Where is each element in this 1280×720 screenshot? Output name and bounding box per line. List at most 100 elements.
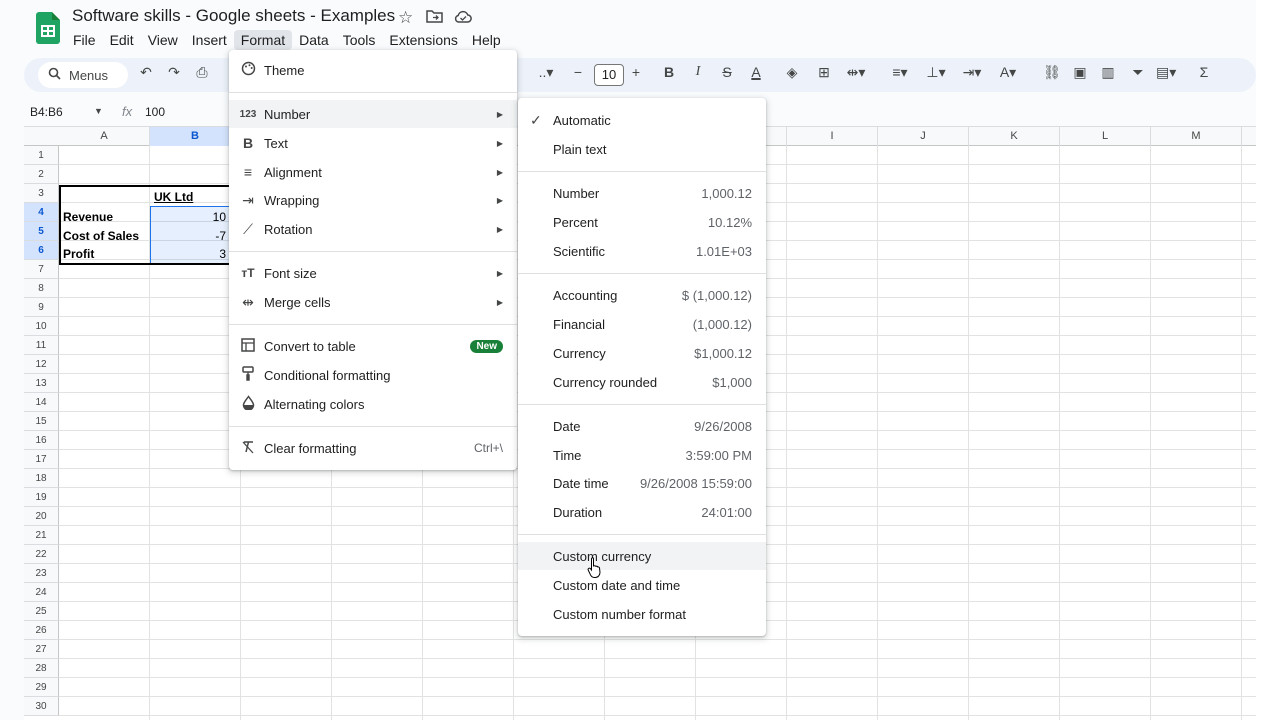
number-format-currency-rounded[interactable]: Currency rounded $1,000 xyxy=(518,368,766,396)
filter-icon[interactable]: ⏷ xyxy=(1128,64,1148,81)
number-format-currency[interactable]: Currency $1,000.12 xyxy=(518,339,766,367)
row-header-10[interactable]: 10 xyxy=(24,317,59,336)
row-header-8[interactable]: 8 xyxy=(24,279,59,298)
number-format-custom-number[interactable]: Custom number format xyxy=(518,600,766,628)
merge-cells-icon[interactable]: ⇹▾ xyxy=(846,64,866,81)
menu-extensions[interactable]: Extensions xyxy=(382,30,464,50)
redo-icon[interactable]: ↷ xyxy=(164,64,184,81)
row-header-16[interactable]: 16 xyxy=(24,431,59,450)
text-wrapping-icon[interactable]: ⇥▾ xyxy=(962,64,982,81)
menu-insert[interactable]: Insert xyxy=(185,30,234,50)
number-format-plain-text[interactable]: Plain text xyxy=(518,135,766,163)
cell-a4[interactable]: Revenue xyxy=(59,208,150,226)
column-header-m[interactable]: M xyxy=(1151,127,1242,146)
row-header-23[interactable]: 23 xyxy=(24,564,59,583)
number-format-custom-date-time[interactable]: Custom date and time xyxy=(518,571,766,599)
row-header-20[interactable]: 20 xyxy=(24,507,59,526)
number-format-time[interactable]: Time 3:59:00 PM xyxy=(518,441,766,469)
row-header-7[interactable]: 7 xyxy=(24,260,59,279)
row-header-9[interactable]: 9 xyxy=(24,298,59,317)
row-header-18[interactable]: 18 xyxy=(24,469,59,488)
insert-comment-icon[interactable]: ▣ xyxy=(1070,64,1090,81)
row-header-24[interactable]: 24 xyxy=(24,583,59,602)
row-header-17[interactable]: 17 xyxy=(24,450,59,469)
row-header-11[interactable]: 11 xyxy=(24,336,59,355)
format-menu-font-size[interactable]: тT Font size ▶ xyxy=(229,259,517,287)
number-format-financial[interactable]: Financial (1,000.12) xyxy=(518,310,766,338)
format-menu-conditional-formatting[interactable]: Conditional formatting xyxy=(229,361,517,389)
format-menu-text[interactable]: B Text ▶ xyxy=(229,129,517,157)
row-header-26[interactable]: 26 xyxy=(24,621,59,640)
menu-format[interactable]: Format xyxy=(233,30,293,50)
cell-b5[interactable]: -7 xyxy=(150,227,230,245)
row-header-21[interactable]: 21 xyxy=(24,526,59,545)
number-format-duration[interactable]: Duration 24:01:00 xyxy=(518,498,766,526)
format-menu-merge-cells[interactable]: ⇹ Merge cells ▶ xyxy=(229,288,517,316)
format-menu-rotation[interactable]: ⟋ Rotation ▶ xyxy=(229,215,517,243)
column-header-k[interactable]: K xyxy=(969,127,1060,146)
row-header-3[interactable]: 3 xyxy=(24,184,59,203)
cell-b6[interactable]: 3 xyxy=(150,245,230,263)
number-format-date[interactable]: Date 9/26/2008 xyxy=(518,412,766,440)
row-header-2[interactable]: 2 xyxy=(24,165,59,184)
number-format-scientific[interactable]: Scientific 1.01E+03 xyxy=(518,237,766,265)
text-rotation-icon[interactable]: A▾ xyxy=(998,64,1018,81)
row-header-15[interactable]: 15 xyxy=(24,412,59,431)
fill-color-icon[interactable]: ◈ xyxy=(782,64,802,81)
undo-icon[interactable]: ↶ xyxy=(136,64,156,81)
text-color-icon[interactable]: A xyxy=(746,64,766,80)
vertical-align-icon[interactable]: ⊥▾ xyxy=(926,64,946,81)
row-header-14[interactable]: 14 xyxy=(24,393,59,412)
insert-link-icon[interactable]: ⛓ xyxy=(1042,64,1062,81)
format-menu-alignment[interactable]: ≡ Alignment ▶ xyxy=(229,158,517,186)
format-menu-alternating-colors[interactable]: Alternating colors xyxy=(229,390,517,418)
column-header-a[interactable]: A xyxy=(59,127,150,146)
menu-edit[interactable]: Edit xyxy=(103,30,141,50)
column-header-b[interactable]: B xyxy=(150,127,241,146)
folder-move-icon[interactable] xyxy=(426,8,443,28)
format-menu-convert-to-table[interactable]: Convert to table New xyxy=(229,332,517,360)
sheets-logo-icon[interactable] xyxy=(36,12,60,44)
menu-tools[interactable]: Tools xyxy=(336,30,383,50)
number-format-custom-currency[interactable]: Custom currency xyxy=(518,542,766,570)
row-header-19[interactable]: 19 xyxy=(24,488,59,507)
format-menu-clear-formatting[interactable]: Clear formatting Ctrl+\ xyxy=(229,434,517,462)
row-header-4[interactable]: 4 xyxy=(24,203,59,222)
italic-icon[interactable]: I xyxy=(688,64,708,80)
number-format-date-time[interactable]: Date time 9/26/2008 15:59:00 xyxy=(518,469,766,497)
cell-b4[interactable]: 10 xyxy=(150,208,230,226)
print-icon[interactable]: ⎙ xyxy=(192,64,212,81)
formula-input[interactable]: 100 xyxy=(145,105,165,119)
menu-view[interactable]: View xyxy=(141,30,185,50)
decrease-font-size-icon[interactable]: − xyxy=(568,64,588,80)
search-menus-button[interactable]: Menus xyxy=(38,62,128,88)
column-header-i[interactable]: I xyxy=(787,127,878,146)
format-menu-wrapping[interactable]: ⇥ Wrapping ▶ xyxy=(229,186,517,214)
row-header-5[interactable]: 5 xyxy=(24,222,59,241)
functions-icon[interactable]: Σ xyxy=(1194,64,1214,80)
row-header-29[interactable]: 29 xyxy=(24,678,59,697)
format-menu-number[interactable]: 123 Number ▶ xyxy=(229,100,517,128)
number-format-automatic[interactable]: ✓ Automatic xyxy=(518,106,766,134)
name-box-dropdown-icon[interactable]: ▼ xyxy=(94,106,103,116)
cell-b3[interactable]: UK Ltd xyxy=(150,188,230,206)
cell-a6[interactable]: Profit xyxy=(59,245,150,263)
number-format-number[interactable]: Number 1,000.12 xyxy=(518,179,766,207)
name-box[interactable]: B4:B6 xyxy=(30,105,63,119)
row-header-28[interactable]: 28 xyxy=(24,659,59,678)
menu-file[interactable]: File xyxy=(66,30,103,50)
menu-help[interactable]: Help xyxy=(465,30,508,50)
insert-chart-icon[interactable]: ▥ xyxy=(1098,64,1118,81)
number-format-percent[interactable]: Percent 10.12% xyxy=(518,208,766,236)
row-header-6[interactable]: 6 xyxy=(24,241,59,260)
font-family-ellipsis[interactable]: ..▾ xyxy=(536,64,556,81)
document-title[interactable]: Software skills - Google sheets - Exampl… xyxy=(72,6,395,26)
star-icon[interactable]: ☆ xyxy=(398,8,413,28)
increase-font-size-icon[interactable]: + xyxy=(626,64,646,80)
format-menu-theme[interactable]: Theme xyxy=(229,56,517,84)
number-format-accounting[interactable]: Accounting $ (1,000.12) xyxy=(518,281,766,309)
filter-views-icon[interactable]: ▤▾ xyxy=(1156,64,1176,81)
horizontal-align-icon[interactable]: ≡▾ xyxy=(890,64,910,81)
column-header-j[interactable]: J xyxy=(878,127,969,146)
column-header-l[interactable]: L xyxy=(1060,127,1151,146)
